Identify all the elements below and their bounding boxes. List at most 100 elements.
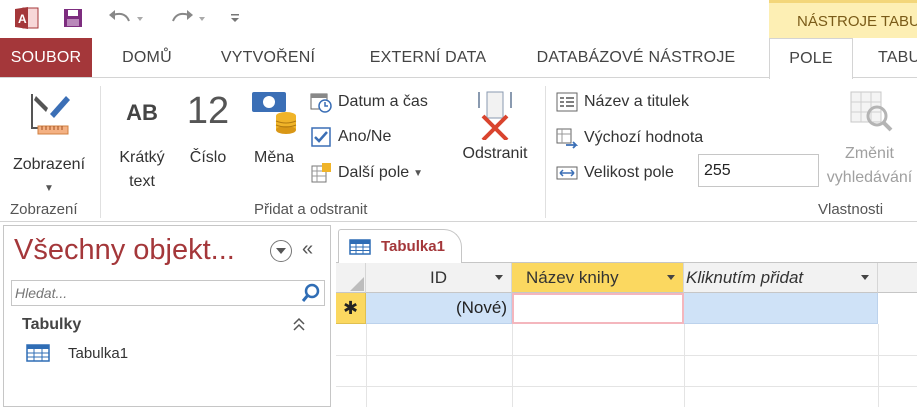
column-header-empty [878, 263, 917, 293]
column-header-label: Kliknutím přidat [686, 268, 804, 287]
customize-qat-icon[interactable] [226, 5, 244, 31]
grid-line [512, 324, 513, 407]
nav-item-label: Tabulka1 [68, 344, 129, 362]
calendar-clock-icon [310, 91, 332, 113]
column-header-book-name[interactable]: Název knihy [512, 263, 684, 293]
short-text-button[interactable]: AB Krátký text [110, 92, 174, 192]
modify-lookups-button[interactable]: Změnit vyhledávání [822, 88, 917, 188]
svg-text:A: A [18, 12, 27, 26]
delete-column-icon [452, 88, 538, 140]
tab-table[interactable]: TABULKA [870, 38, 917, 78]
yes-no-button[interactable]: Ano/Ne [310, 124, 391, 150]
field-size-input[interactable] [698, 154, 819, 187]
number-label: Číslo [189, 149, 227, 166]
navigation-pane: Všechny objekt... « Tabulky Tabulka1 [3, 225, 331, 407]
document-area: Tabulka1 ID Název knihy Kliknutím přidat… [336, 225, 917, 407]
currency-label: Měna [253, 149, 295, 166]
new-record-selector[interactable]: ✱ [336, 293, 366, 324]
name-caption-icon [556, 91, 578, 113]
new-row-click-to-add-cell[interactable] [684, 293, 878, 324]
delete-field-label: Odstranit [462, 145, 528, 162]
view-button[interactable]: Zobrazení ▼ [6, 88, 92, 199]
short-text-icon: AB [126, 100, 158, 125]
view-dropdown-icon: ▼ [44, 183, 54, 194]
column-header-label: ID [430, 268, 447, 287]
modify-lookups-icon [822, 88, 917, 134]
shutter-bar-collapse-icon[interactable]: « [302, 238, 313, 261]
tab-fields[interactable]: POLE [769, 38, 853, 79]
more-fields-label: Další pole [338, 164, 410, 181]
nav-item-table[interactable]: Tabulka1 [26, 344, 128, 362]
table-icon [349, 238, 371, 255]
column-header-click-to-add[interactable]: Kliknutím přidat [684, 263, 878, 293]
ribbon: Zobrazení ▼ Zobrazení AB Krátký text 12 … [0, 77, 917, 222]
date-time-label: Datum a čas [338, 93, 428, 110]
field-size-label: Velikost pole [584, 164, 674, 181]
collapse-group-icon[interactable] [292, 316, 306, 337]
field-size-icon [556, 162, 578, 184]
tab-database-tools[interactable]: DATABÁZOVÉ NÁSTROJE [520, 38, 752, 78]
name-caption-button[interactable]: Název a titulek [556, 89, 689, 115]
grid-line [336, 386, 917, 387]
view-button-label: Zobrazení [12, 156, 86, 173]
new-row-book-name-cell[interactable] [512, 293, 684, 324]
grid-line [336, 355, 917, 356]
document-tab-label: Tabulka1 [381, 238, 445, 255]
table-icon [26, 344, 50, 362]
nav-group-tables[interactable]: Tabulky [22, 316, 81, 334]
column-dropdown-icon[interactable] [495, 275, 503, 280]
currency-icon [244, 88, 304, 138]
default-value-icon [556, 127, 578, 149]
date-time-button[interactable]: Datum a čas [310, 89, 428, 115]
delete-field-button[interactable]: Odstranit [452, 88, 538, 164]
checkbox-icon [310, 126, 332, 148]
nav-menu-dropdown-icon[interactable] [270, 240, 292, 262]
short-text-label-2: text [129, 173, 155, 190]
modify-lookups-label-1: Změnit [845, 145, 894, 162]
group-label-add-delete: Přidat a odstranit [254, 201, 368, 218]
redo-icon[interactable] [166, 5, 208, 31]
undo-icon[interactable] [104, 5, 146, 31]
more-fields-dropdown-icon: ▼ [413, 167, 424, 179]
more-fields-button[interactable]: Další pole ▼ [310, 160, 423, 186]
nav-search-input[interactable] [12, 281, 292, 305]
nav-pane-title[interactable]: Všechny objekt... [14, 234, 235, 267]
new-row-id-cell[interactable]: (Nové) [366, 293, 512, 324]
access-logo-icon[interactable]: A [12, 5, 42, 31]
search-icon[interactable] [301, 283, 321, 308]
column-dropdown-icon[interactable] [667, 275, 675, 280]
more-fields-icon [310, 162, 332, 184]
group-separator [100, 86, 101, 218]
design-view-icon [6, 88, 92, 136]
tab-create[interactable]: VYTVOŘENÍ [206, 38, 330, 78]
title-bar: A NÁSTROJE TABULKY [0, 0, 917, 38]
field-size-group: Velikost pole [556, 160, 674, 186]
default-value-button[interactable]: Výchozí hodnota [556, 125, 703, 151]
select-all-corner[interactable] [336, 263, 366, 293]
number-icon: 12 [186, 90, 230, 132]
group-label-properties: Vlastnosti [818, 201, 884, 218]
default-value-label: Výchozí hodnota [584, 129, 704, 146]
group-separator [545, 86, 546, 218]
column-header-id[interactable]: ID [366, 263, 512, 293]
tab-file[interactable]: SOUBOR [0, 38, 92, 78]
number-button[interactable]: 12 Číslo [178, 88, 238, 168]
currency-button[interactable]: Měna [244, 88, 304, 168]
tab-external-data[interactable]: EXTERNÍ DATA [348, 38, 508, 78]
ribbon-tabs: SOUBOR DOMŮ VYTVOŘENÍ EXTERNÍ DATA DATAB… [0, 38, 917, 79]
grid-line [366, 324, 367, 407]
column-dropdown-icon[interactable] [861, 275, 869, 280]
name-caption-label: Název a titulek [584, 93, 689, 110]
context-tab-label: NÁSTROJE TABULKY [769, 0, 917, 38]
yes-no-label: Ano/Ne [338, 128, 392, 145]
tab-home[interactable]: DOMŮ [104, 38, 190, 78]
group-label-views: Zobrazení [10, 201, 78, 218]
document-tab-table[interactable]: Tabulka1 [338, 229, 462, 263]
save-icon[interactable] [58, 5, 88, 31]
short-text-label-1: Krátký [119, 149, 165, 166]
column-header-label: Název knihy [526, 268, 619, 287]
modify-lookups-label-2: vyhledávání [826, 169, 913, 186]
grid-line [684, 324, 685, 407]
nav-search-box [11, 280, 325, 306]
grid-line [878, 324, 879, 407]
